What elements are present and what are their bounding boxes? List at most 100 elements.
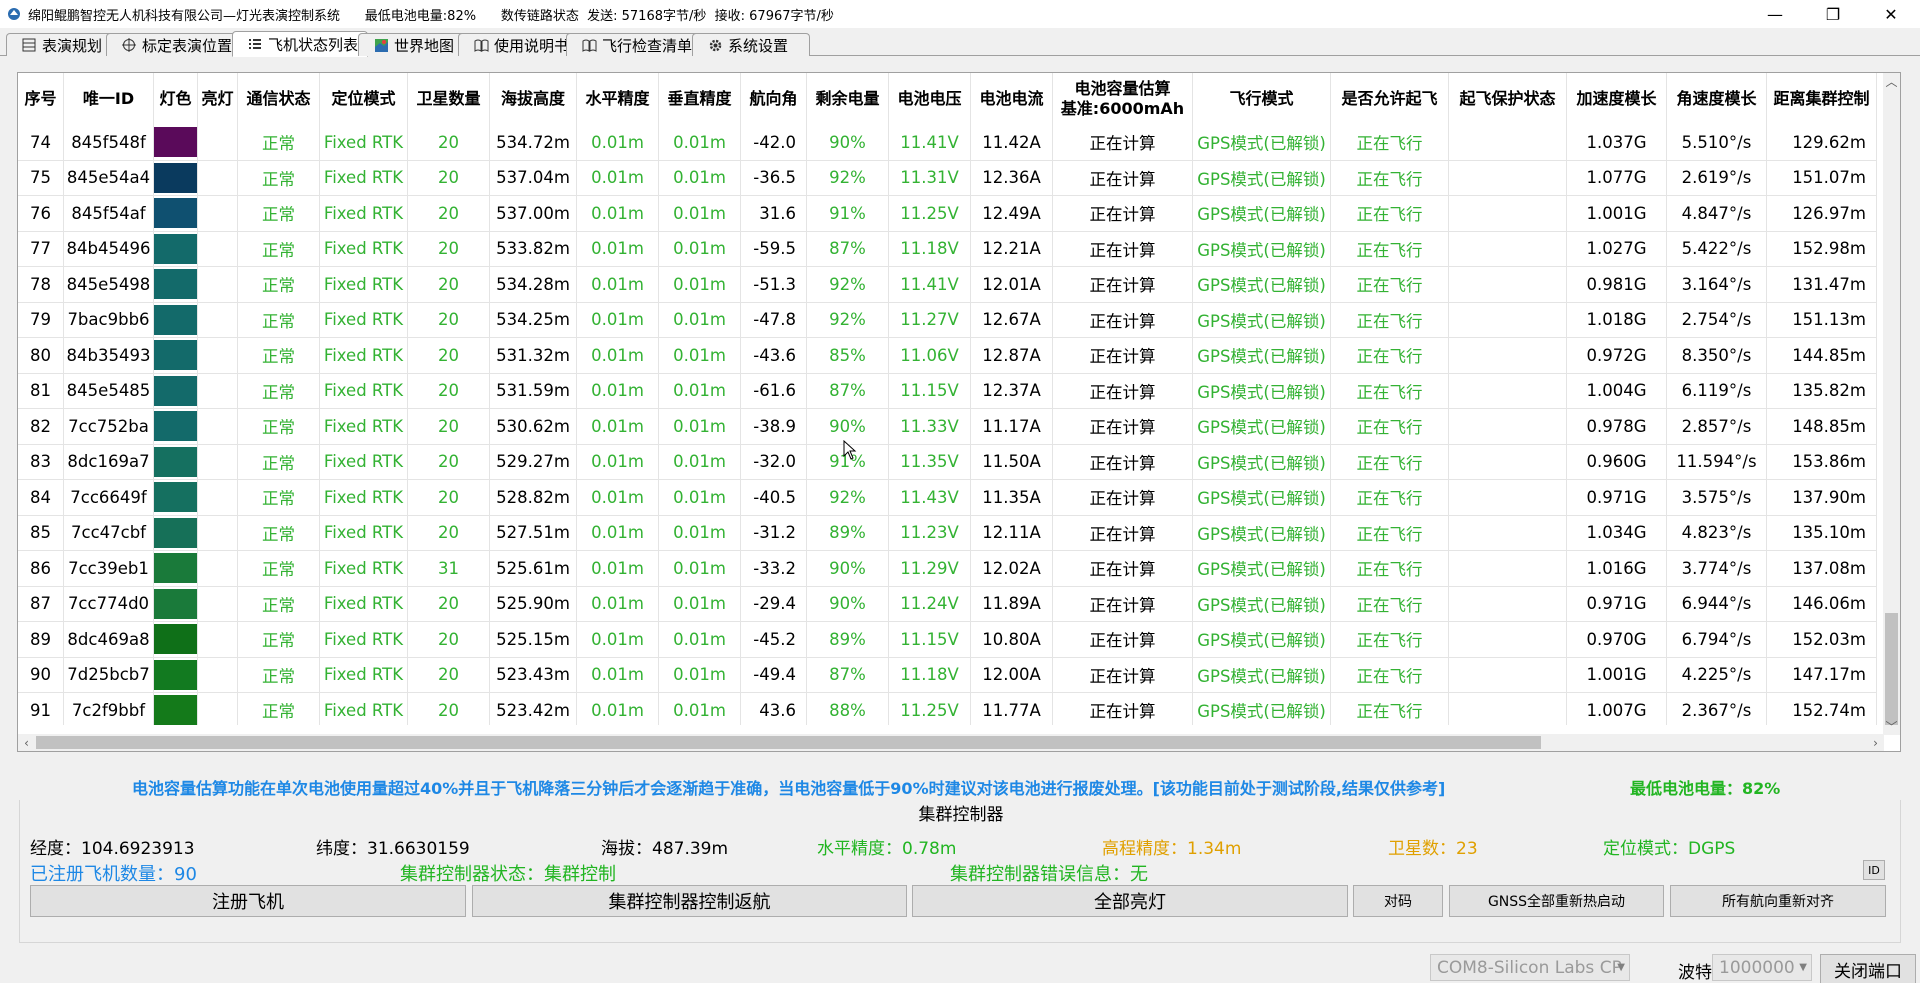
vertical-scroll-thumb[interactable] — [1885, 613, 1898, 725]
table-row[interactable]: 76 845f54af 正常 Fixed RTK 20 537.00m 0.01m 0.01m… — [18, 196, 1877, 232]
scroll-right-icon[interactable]: › — [1867, 734, 1884, 751]
horizontal-scrollbar[interactable]: ‹ › — [18, 734, 1884, 751]
table-row[interactable]: 90 7d25bcb7 正常 Fixed RTK 20 523.43m 0.01m 0.01m… — [18, 657, 1877, 693]
table-cell: 正在飞行 — [1331, 657, 1449, 692]
baud-rate-select[interactable]: 1000000 ▼ — [1712, 954, 1812, 981]
vertical-scrollbar[interactable]: ︿ ﹀ — [1883, 73, 1900, 735]
close-port-button[interactable]: 关闭端口 — [1820, 954, 1916, 983]
table-cell: 7d25bcb7 — [64, 657, 154, 692]
table-row[interactable]: 87 7cc774d0 正常 Fixed RTK 20 525.90m 0.01m 0.01m… — [18, 586, 1877, 622]
table-cell: 135.10m — [1767, 515, 1877, 550]
light-color-cell — [154, 693, 198, 725]
table-body[interactable]: 74 845f548f 正常 Fixed RTK 20 534.72m 0.01m 0.01m… — [18, 125, 1877, 725]
table-cell: 148.85m — [1767, 409, 1877, 444]
id-button[interactable]: ID — [1863, 860, 1885, 880]
table-cell: 75 — [18, 160, 64, 195]
tab-user-manual[interactable]: 使用说明书 — [458, 33, 576, 56]
table-cell: 0.01m — [659, 231, 741, 266]
light-color-swatch — [154, 198, 197, 229]
table-row[interactable]: 78 845e5498 正常 Fixed RTK 20 534.28m 0.01m 0.01m… — [18, 267, 1877, 303]
table-cell: 20 — [408, 480, 490, 515]
tab-world-map[interactable]: 世界地图 — [358, 33, 468, 56]
table-cell: 正常 — [238, 657, 320, 692]
column-header[interactable]: 电池电压 — [889, 73, 971, 125]
column-header[interactable]: 是否允许起飞 — [1331, 73, 1449, 125]
column-header[interactable]: 航向角 — [741, 73, 807, 125]
column-header[interactable]: 起飞保护状态 — [1449, 73, 1567, 125]
gnss-hot-restart-button[interactable]: GNSS全部重新热启动 — [1449, 885, 1664, 917]
aircraft-status-table[interactable]: 序号 唯一ID 灯色 亮灯 通信状态 定位模式 卫星数量 海拔高度 水平精度 垂直精度 航向角 剩余电… — [17, 72, 1901, 752]
table-cell: 0.960G — [1567, 444, 1667, 479]
table-cell: 1.007G — [1567, 693, 1667, 725]
column-header[interactable]: 剩余电量 — [807, 73, 889, 125]
table-row[interactable]: 81 845e5485 正常 Fixed RTK 20 531.59m 0.01m 0.01m… — [18, 373, 1877, 409]
table-cell: 正在计算 — [1053, 160, 1193, 195]
scroll-left-icon[interactable]: ‹ — [18, 734, 35, 751]
table-row[interactable]: 83 8dc169a7 正常 Fixed RTK 20 529.27m 0.01m 0.01m… — [18, 444, 1877, 480]
table-row[interactable]: 75 845e54a4 正常 Fixed RTK 20 537.04m 0.01m 0.01m… — [18, 160, 1877, 196]
tab-flight-checklist[interactable]: 飞行检查清单 — [566, 33, 702, 56]
minimize-button[interactable]: — — [1746, 0, 1804, 28]
column-header[interactable]: 水平精度 — [577, 73, 659, 125]
column-header[interactable]: 海拔高度 — [490, 73, 577, 125]
horizontal-scroll-thumb[interactable] — [36, 736, 1541, 749]
column-header[interactable]: 垂直精度 — [659, 73, 741, 125]
column-header[interactable]: 加速度模长 — [1567, 73, 1667, 125]
table-cell: 12.21A — [971, 231, 1053, 266]
column-header[interactable]: 亮灯 — [198, 73, 238, 125]
table-row[interactable]: 89 8dc469a8 正常 Fixed RTK 20 525.15m 0.01m 0.01m… — [18, 622, 1877, 658]
column-header[interactable]: 卫星数量 — [408, 73, 490, 125]
tab-calibrate-position[interactable]: 标定表演位置 — [106, 33, 242, 56]
column-header[interactable]: 定位模式 — [320, 73, 408, 125]
table-row[interactable]: 77 84b45496 正常 Fixed RTK 20 533.82m 0.01m 0.01m… — [18, 231, 1877, 267]
table-cell: 79 — [18, 302, 64, 337]
book-icon — [581, 37, 597, 53]
cluster-return-button[interactable]: 集群控制器控制返航 — [472, 885, 907, 917]
restore-button[interactable]: ❐ — [1804, 0, 1862, 28]
scroll-down-icon[interactable]: ﹀ — [1883, 718, 1900, 735]
column-header[interactable]: 飞行模式 — [1193, 73, 1331, 125]
column-header[interactable]: 灯色 — [154, 73, 198, 125]
serial-port-select[interactable]: COM8-Silicon Labs CP ▼ — [1430, 954, 1630, 981]
tab-aircraft-status[interactable]: 飞机状态列表 — [232, 31, 368, 57]
column-header[interactable]: 通信状态 — [238, 73, 320, 125]
table-row[interactable]: 79 7bac9bb6 正常 Fixed RTK 20 534.25m 0.01m 0.01m… — [18, 302, 1877, 338]
light-color-cell — [154, 515, 198, 550]
table-cell: 4.225°/s — [1667, 657, 1767, 692]
table-cell: 87% — [807, 373, 889, 408]
cluster-altitude: 海拔：487.39m — [601, 839, 729, 859]
table-row[interactable]: 80 84b35493 正常 Fixed RTK 20 531.32m 0.01m 0.01m… — [18, 338, 1877, 374]
realign-heading-button[interactable]: 所有航向重新对齐 — [1670, 885, 1886, 917]
table-cell: 88% — [807, 693, 889, 725]
light-color-swatch — [154, 482, 197, 513]
table-cell: 528.82m — [490, 480, 577, 515]
all-lights-on-button[interactable]: 全部亮灯 — [912, 885, 1348, 917]
table-row[interactable]: 84 7cc6649f 正常 Fixed RTK 20 528.82m 0.01m 0.01m… — [18, 480, 1877, 516]
table-cell: 20 — [408, 338, 490, 373]
register-aircraft-button[interactable]: 注册飞机 — [30, 885, 466, 917]
table-cell: 2.857°/s — [1667, 409, 1767, 444]
pair-button[interactable]: 对码 — [1353, 885, 1443, 917]
table-row[interactable]: 91 7c2f9bbf 正常 Fixed RTK 20 523.42m 0.01m 0.01m… — [18, 693, 1877, 725]
column-header[interactable]: 电池容量估算 基准:6000mAh — [1053, 73, 1193, 125]
table-cell: 845f54af — [64, 196, 154, 231]
table-cell: -59.5 — [741, 231, 807, 266]
tab-system-settings[interactable]: 系统设置 — [692, 33, 810, 56]
column-header[interactable]: 电池电流 — [971, 73, 1053, 125]
table-row[interactable]: 82 7cc752ba 正常 Fixed RTK 20 530.62m 0.01m 0.01m… — [18, 409, 1877, 445]
table-cell: 正在飞行 — [1331, 338, 1449, 373]
table-row[interactable]: 86 7cc39eb1 正常 Fixed RTK 31 525.61m 0.01m 0.01m… — [18, 551, 1877, 587]
column-header[interactable]: 距离集群控制 — [1767, 73, 1877, 125]
column-header[interactable]: 唯一ID — [64, 73, 154, 125]
light-color-swatch — [154, 269, 197, 300]
column-header[interactable]: 角速度模长 — [1667, 73, 1767, 125]
column-header[interactable]: 序号 — [18, 73, 64, 125]
table-row[interactable]: 85 7cc47cbf 正常 Fixed RTK 20 527.51m 0.01m 0.01m… — [18, 515, 1877, 551]
table-cell: 11.50A — [971, 444, 1053, 479]
table-cell: 8dc469a8 — [64, 622, 154, 657]
table-row[interactable]: 74 845f548f 正常 Fixed RTK 20 534.72m 0.01m 0.01m… — [18, 125, 1877, 161]
table-cell: 523.43m — [490, 657, 577, 692]
scroll-up-icon[interactable]: ︿ — [1883, 73, 1900, 90]
table-cell: 正在计算 — [1053, 515, 1193, 550]
close-button[interactable]: ✕ — [1862, 0, 1920, 28]
